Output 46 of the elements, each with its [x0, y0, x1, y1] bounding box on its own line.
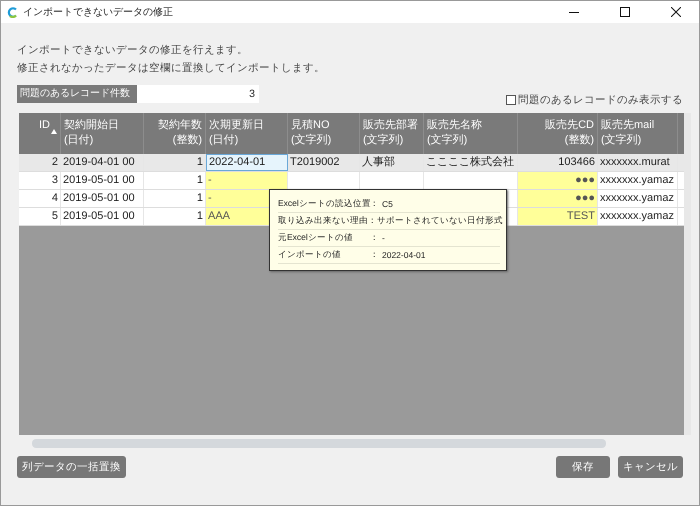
- tooltip-value: C5: [382, 199, 393, 209]
- checkbox[interactable]: [506, 95, 516, 105]
- app-logo-icon: [7, 6, 18, 18]
- close-icon[interactable]: [671, 7, 681, 17]
- vertical-scrollbar[interactable]: [684, 113, 691, 435]
- table-cell: xxxxxxx.yamaz: [598, 208, 678, 225]
- table-cell: 人事部: [360, 154, 424, 171]
- tooltip-value: 2022-04-01: [382, 250, 426, 260]
- table-cell: 3: [19, 172, 61, 189]
- table-cell: 2: [19, 154, 61, 171]
- table-cell: 4: [19, 190, 61, 207]
- table-cell: TEST: [518, 208, 598, 225]
- table-cell: xxxxxxx.murat: [598, 154, 678, 171]
- tooltip-label: インポートの値: [278, 249, 342, 261]
- save-button[interactable]: 保存: [556, 456, 610, 478]
- tooltip-separator: ：: [368, 215, 377, 227]
- tooltip-separator: ：: [370, 198, 380, 210]
- cancel-button[interactable]: キャンセル: [618, 456, 683, 478]
- table-cell: ●●●: [518, 172, 598, 189]
- table-cell: 2019-05-01 00: [61, 208, 144, 225]
- table-cell: ●●●: [518, 190, 598, 207]
- tooltip-value: -: [382, 233, 385, 243]
- tooltip-value: サポートされていない日付形式: [377, 215, 503, 227]
- tooltip-separator: ：: [370, 249, 380, 261]
- window-title: インポートできないデータの修正: [23, 6, 173, 19]
- table-cell: xxxxxxx.yamaz: [598, 172, 678, 189]
- maximize-icon[interactable]: [620, 7, 630, 17]
- table-cell: xxxxxxx.yamaz: [598, 190, 678, 207]
- checkbox-label[interactable]: 問題のあるレコードのみ表示する: [518, 93, 683, 107]
- instruction-text: 修正されなかったデータは空欄に置換してインポートします。: [17, 61, 326, 76]
- table-cell: 103466: [518, 154, 598, 171]
- table-cell: -: [206, 172, 288, 189]
- table-cell: 2019-04-01 00: [61, 154, 144, 171]
- instruction-text: インポートできないデータの修正を行えます。: [17, 43, 249, 58]
- table-cell: 2019-05-01 00: [61, 172, 144, 189]
- table-cell: 2019-05-01 00: [61, 190, 144, 207]
- tooltip-separator: ：: [370, 232, 380, 244]
- count-label: 問題のあるレコード件数: [17, 85, 137, 103]
- count-value: 3: [137, 85, 259, 103]
- table-cell: T2019002: [288, 154, 360, 171]
- tooltip-label: 元Excelシートの値: [278, 232, 354, 244]
- table-cell: 5: [19, 208, 61, 225]
- table-cell: ここここ株式会社: [424, 154, 518, 171]
- replace-button[interactable]: 列データの一括置換: [17, 456, 126, 478]
- horizontal-scrollbar[interactable]: [32, 439, 606, 448]
- cell-editor[interactable]: 2022-04-01: [206, 154, 288, 171]
